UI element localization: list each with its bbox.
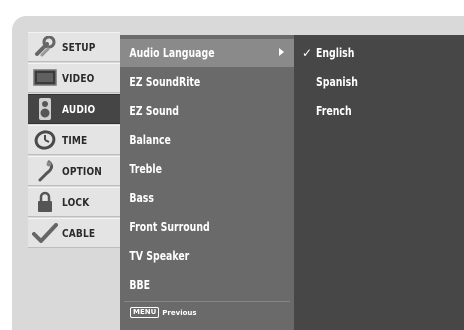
menu-item-label: Balance bbox=[129, 133, 171, 147]
menu-item-ez-sound[interactable]: EZ Sound bbox=[120, 97, 294, 125]
sidebar-item-label: AUDIO bbox=[62, 102, 96, 116]
audio-menu: Audio Language EZ SoundRite EZ Sound Bal… bbox=[120, 35, 294, 330]
sidebar-item-label: OPTION bbox=[62, 164, 103, 178]
category-sidebar: SETUP VIDEO AUDIO TIME OPTION LOCK CABLE bbox=[28, 32, 120, 330]
option-label: French bbox=[316, 104, 352, 118]
time-icon bbox=[28, 127, 62, 153]
cable-icon bbox=[28, 220, 62, 246]
audio-language-submenu: ✓ English Spanish French bbox=[294, 35, 464, 330]
option-label: English bbox=[316, 46, 355, 60]
check-icon: ✓ bbox=[301, 46, 312, 60]
sidebar-item-audio[interactable]: AUDIO bbox=[28, 94, 120, 124]
sidebar-item-label: TIME bbox=[62, 133, 88, 147]
menu-item-tv-speaker[interactable]: TV Speaker bbox=[120, 242, 294, 270]
menu-item-label: BBE bbox=[129, 278, 151, 292]
chevron-right-icon bbox=[279, 48, 284, 56]
menu-item-bass[interactable]: Bass bbox=[120, 184, 294, 212]
menu-item-treble[interactable]: Treble bbox=[120, 155, 294, 183]
menu-item-label: Bass bbox=[129, 191, 154, 205]
audio-icon bbox=[28, 96, 62, 122]
sidebar-item-lock[interactable]: LOCK bbox=[28, 187, 120, 217]
menu-item-audio-language[interactable]: Audio Language bbox=[120, 39, 294, 67]
option-label: Spanish bbox=[316, 75, 358, 89]
sidebar-item-label: LOCK bbox=[62, 195, 90, 209]
setup-icon bbox=[28, 34, 62, 60]
menu-item-label: EZ SoundRite bbox=[129, 75, 201, 89]
sidebar-item-video[interactable]: VIDEO bbox=[28, 63, 120, 93]
menu-item-bbe[interactable]: BBE bbox=[120, 271, 294, 299]
menu-item-label: Treble bbox=[129, 162, 162, 176]
previous-label: Previous bbox=[162, 308, 197, 317]
sidebar-item-label: SETUP bbox=[62, 40, 96, 54]
menu-key-icon: MENU bbox=[130, 307, 160, 318]
lock-icon bbox=[28, 189, 62, 215]
menu-item-front-surround[interactable]: Front Surround bbox=[120, 213, 294, 241]
sidebar-item-label: CABLE bbox=[62, 226, 96, 240]
menu-item-label: Audio Language bbox=[129, 46, 215, 60]
option-english[interactable]: ✓ English bbox=[294, 39, 464, 67]
footer-hint: MENU Previous bbox=[130, 307, 197, 318]
menu-item-label: TV Speaker bbox=[129, 249, 190, 263]
option-icon bbox=[28, 158, 62, 184]
menu-item-label: Front Surround bbox=[129, 220, 210, 234]
sidebar-item-option[interactable]: OPTION bbox=[28, 156, 120, 186]
sidebar-item-cable[interactable]: CABLE bbox=[28, 218, 120, 248]
option-spanish[interactable]: Spanish bbox=[294, 68, 464, 96]
menu-item-ez-soundrite[interactable]: EZ SoundRite bbox=[120, 68, 294, 96]
menu-divider bbox=[124, 301, 290, 302]
menu-item-balance[interactable]: Balance bbox=[120, 126, 294, 154]
option-french[interactable]: French bbox=[294, 97, 464, 125]
menu-item-label: EZ Sound bbox=[129, 104, 179, 118]
sidebar-item-setup[interactable]: SETUP bbox=[28, 32, 120, 62]
sidebar-item-time[interactable]: TIME bbox=[28, 125, 120, 155]
sidebar-item-label: VIDEO bbox=[62, 71, 95, 85]
video-icon bbox=[28, 65, 62, 91]
